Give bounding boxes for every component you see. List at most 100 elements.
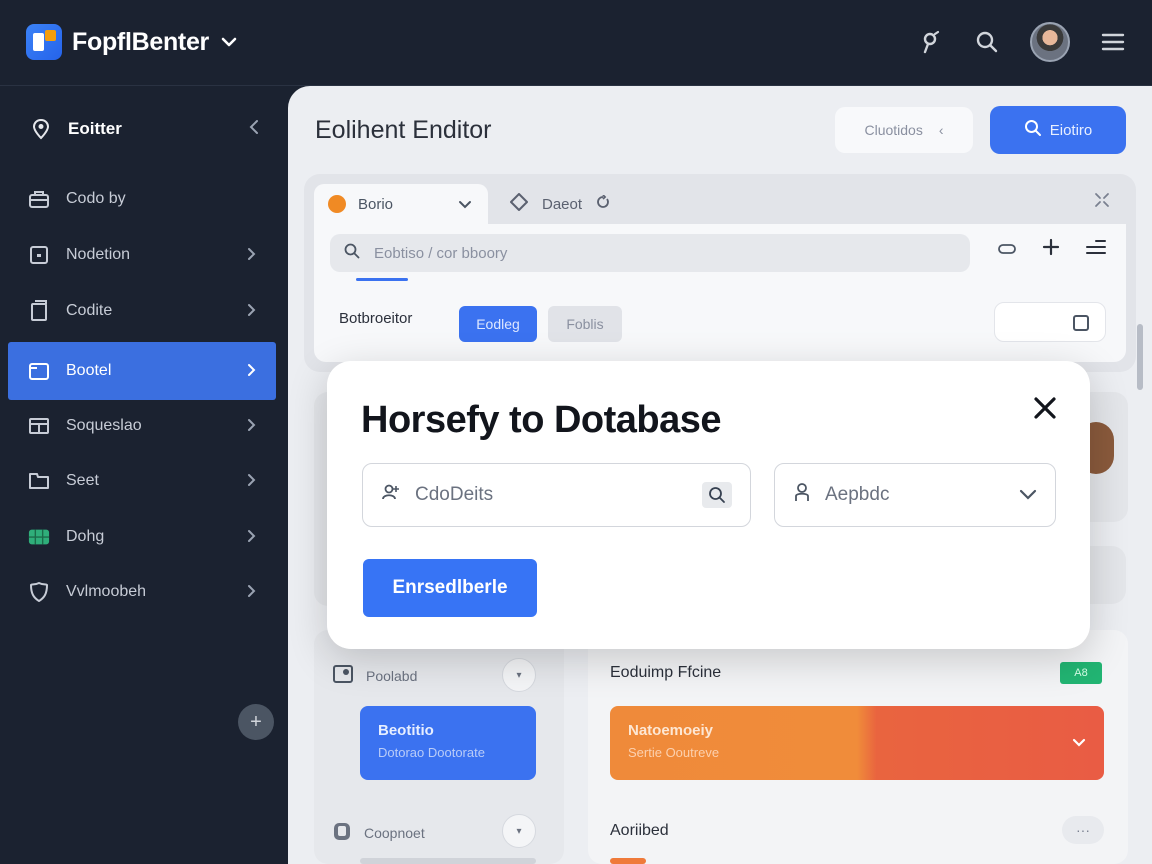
sidebar-header[interactable]: Eoitter [30,118,260,140]
search-icon[interactable] [974,29,1000,55]
tab-daeot[interactable]: Daeot [488,193,610,215]
chevron-down-icon[interactable] [1019,484,1037,506]
chevron-left-icon[interactable] [248,119,260,140]
chevron-right-icon [246,529,256,546]
filter-pill[interactable]: Foblis [548,306,622,342]
add-button[interactable]: + [238,704,274,740]
card-title: Beotitio [378,722,434,739]
primary-search-button[interactable]: Eiotiro [990,106,1126,154]
selected-card[interactable]: Beotitio Dotorao Dootorate [360,706,536,780]
section-title: Eoduimp Ffcine [610,664,722,681]
banner-title: Natoemoeiy [628,722,714,739]
sidebar: Eoitter Codo by Nodetion Codite Bootel S… [0,86,288,864]
sidebar-item-dohg[interactable]: Dohg [8,508,276,566]
chevron-down-icon[interactable] [221,34,237,50]
grid-icon [28,415,50,437]
filter-pill-active[interactable]: Eodleg [459,306,537,342]
database-search-field[interactable]: CdoDeits [362,463,751,527]
folder-outline-icon [28,470,50,492]
location-pin-icon[interactable] [918,29,944,55]
sidebar-item-nodetion[interactable]: Nodetion [8,226,276,284]
list-item-label: Coopnoet [364,824,425,841]
chevron-down-icon[interactable] [1072,734,1086,752]
search-icon [1024,119,1042,141]
chevron-right-icon [246,303,256,320]
sidebar-item-label: Nodetion [66,246,131,263]
tab-strip: Borio Daeot [314,184,610,224]
dropdown-button[interactable]: ▾ [502,814,536,848]
dropdown-button[interactable]: ▾ [502,658,536,692]
editor-card: Borio Daeot Eobtiso / cor bboory Botbroe… [304,174,1136,372]
top-bar: FopflBenter [0,0,1152,86]
search-icon[interactable] [702,482,732,508]
modal-dialog: Horsefy to Dotabase CdoDeits Aepbdc Enrs… [327,361,1090,649]
banner-subtitle: Sertie Ooutreve [628,745,720,760]
shield-icon [28,581,50,603]
highlight-banner[interactable]: Natoemoeiy Sertie Ooutreve [610,706,1104,780]
table-icon [28,526,50,548]
person-icon [793,482,811,508]
chevron-right-icon [246,584,256,601]
image-icon [332,664,354,687]
folder-icon [28,360,50,382]
collapse-icon[interactable] [1094,192,1110,213]
scrollbar[interactable] [1137,324,1143,390]
tab-borio[interactable]: Borio [314,184,488,224]
filter-label: Botbroeitor [339,310,413,327]
card-subtitle: Dotorao Dootorate [378,745,485,760]
tab-label: Daeot [542,195,583,213]
search-icon [344,243,360,263]
section-subtitle: Aoriibed [610,822,669,839]
sidebar-item-codite[interactable]: Codite [8,282,276,340]
app-logo-icon [26,24,62,60]
hamburger-menu-icon[interactable] [1100,29,1126,55]
square-icon [28,244,50,266]
sidebar-item-bootel[interactable]: Bootel [8,342,276,400]
search-row-actions [998,238,1106,262]
sidebar-item-label: Soqueslao [66,417,142,434]
caret-left-icon: ‹ [938,122,944,138]
sidebar-item-label: Vvlmoobeh [66,583,147,600]
briefcase-icon [28,188,50,210]
chevron-right-icon [246,247,256,264]
filter-row: Botbroeitor Eodleg Foblis [314,282,1126,362]
select-placeholder: Aepbdc [825,484,890,505]
sidebar-item-codo-by[interactable]: Codo by [8,170,276,228]
refresh-icon[interactable] [596,194,610,213]
page-title: Eolihent Enditor [315,116,492,144]
sidebar-header-label: Eoitter [68,119,122,138]
tag-icon [510,193,528,215]
sidebar-item-vvlmoobeh[interactable]: Vvlmoobeh [8,563,276,621]
placeholder-bar [360,858,536,864]
submit-button[interactable]: Enrsedlberle [363,559,537,617]
more-options-button[interactable]: ··· [1062,816,1104,844]
primary-button-label: Eiotiro [1049,121,1093,139]
chevron-right-icon [246,418,256,435]
app-switcher[interactable]: FopflBenter [26,24,237,60]
plus-icon[interactable] [1042,238,1060,262]
list-item[interactable]: Poolabd [332,664,417,687]
sidebar-item-soqueslao[interactable]: Soqueslao [8,397,276,455]
filter-list-icon[interactable] [1086,238,1106,262]
clipboard-icon [332,820,352,845]
active-tab-indicator [356,278,408,281]
placeholder-bar [610,858,646,864]
link-icon[interactable] [998,239,1016,262]
pin-icon [30,118,52,140]
list-item[interactable]: Coopnoet [332,820,425,845]
view-toggle[interactable] [994,302,1106,342]
search-input[interactable]: Eobtiso / cor bboory [330,234,970,272]
chevron-right-icon [246,363,256,380]
user-icon [381,482,401,508]
user-avatar[interactable] [1030,22,1070,62]
status-badge: A8 [1060,662,1102,684]
chevron-down-icon[interactable] [458,196,472,213]
chevron-right-icon [246,473,256,490]
secondary-button[interactable]: Cluotidos ‹ [835,107,973,153]
sidebar-item-label: Codo by [66,190,126,207]
sidebar-item-seet[interactable]: Seet [8,452,276,510]
field-placeholder: CdoDeits [415,484,494,505]
document-icon [28,300,50,322]
account-select[interactable]: Aepbdc [774,463,1056,527]
close-icon[interactable] [1030,393,1060,423]
